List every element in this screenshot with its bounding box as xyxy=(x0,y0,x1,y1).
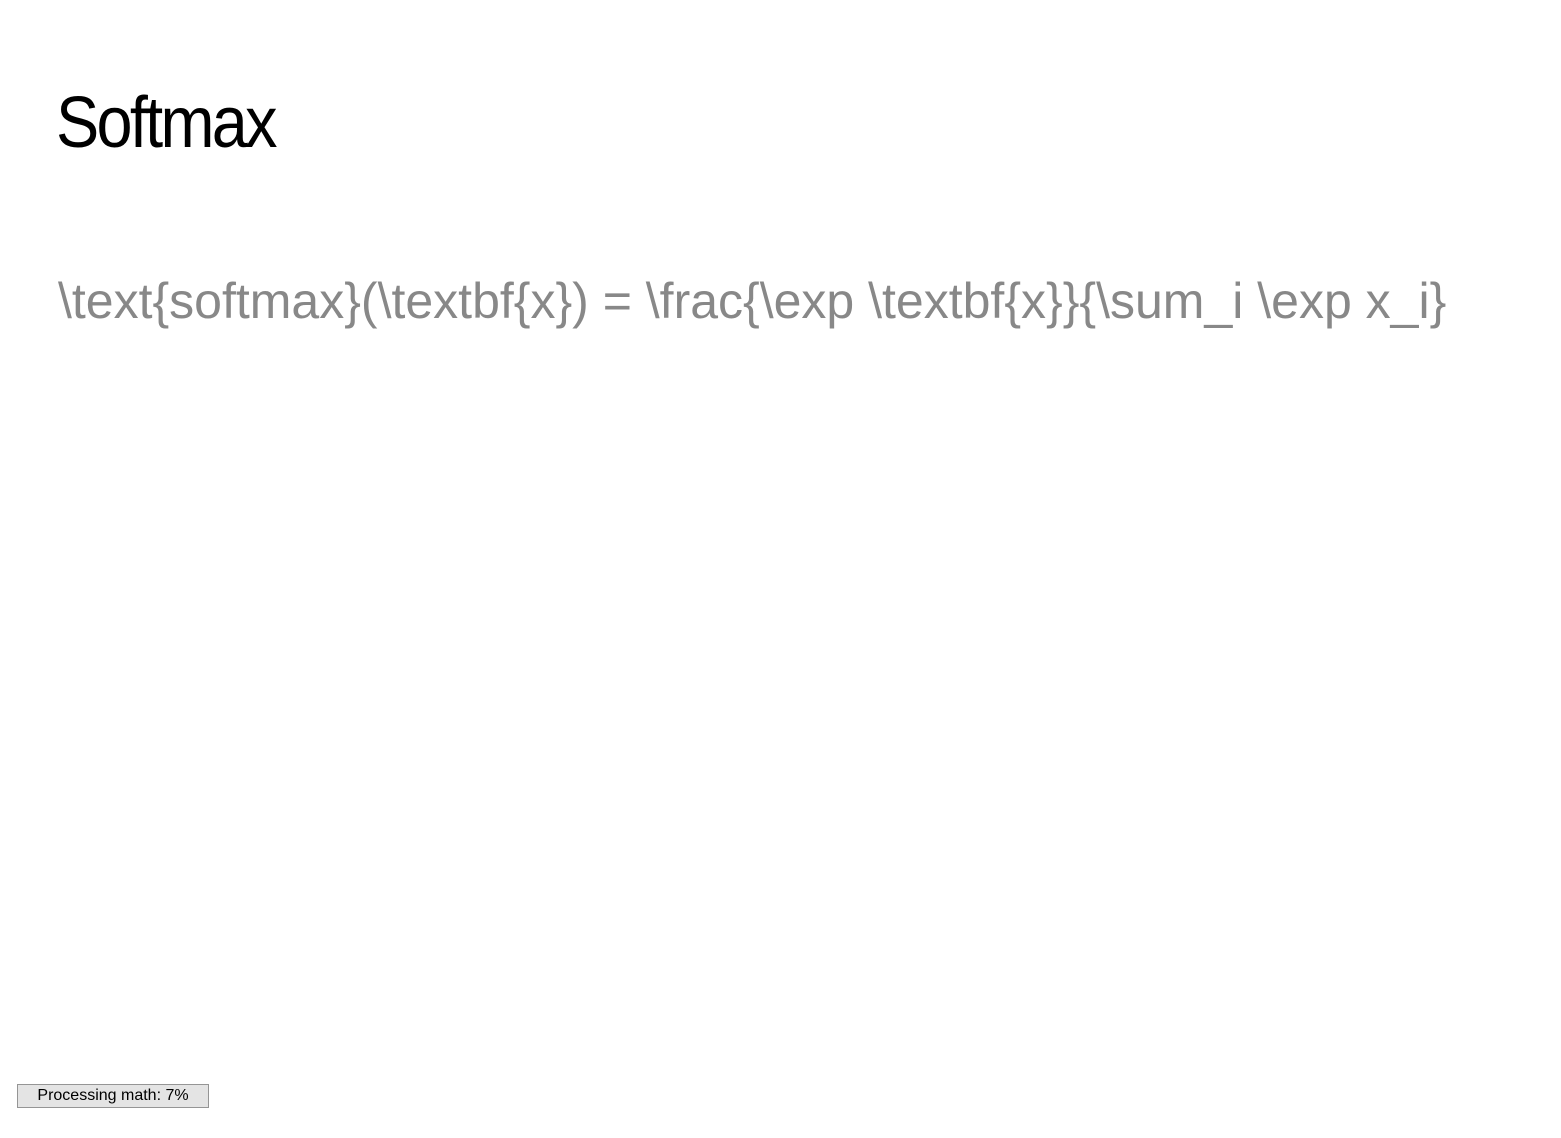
slide-title: Softmax xyxy=(56,83,277,163)
slide: Softmax \text{softmax}(\textbf{x}) = \fr… xyxy=(0,0,1561,1138)
math-formula-source: \text{softmax}(\textbf{x}) = \frac{\exp … xyxy=(58,273,1447,329)
math-processing-status: Processing math: 7% xyxy=(17,1084,209,1108)
